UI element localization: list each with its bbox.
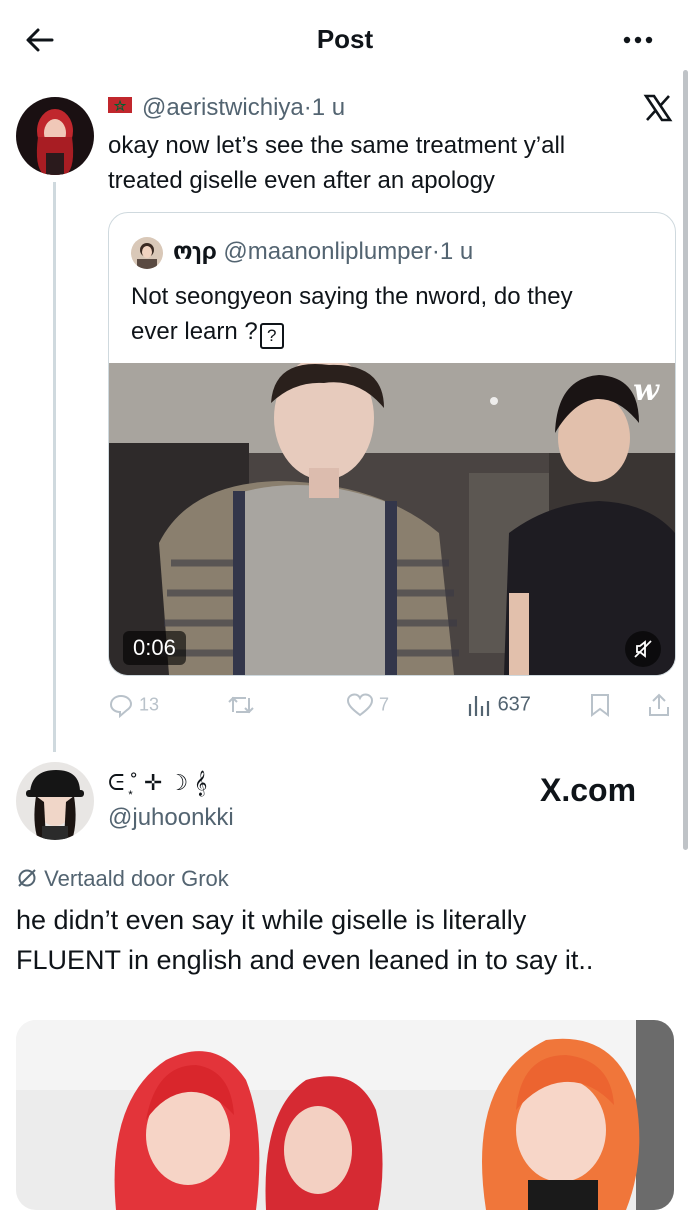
avatar[interactable] [16,97,94,175]
reply-count: 13 [139,694,160,715]
page-title: Post [316,24,374,54]
reply-media-image[interactable] [16,1020,674,1210]
repost-button[interactable] [226,692,256,723]
video-frame [109,363,675,675]
share-button[interactable] [646,692,672,723]
reply-text: he didn’t even say it while giselle is l… [16,905,594,975]
like-button[interactable]: 7 [346,692,389,718]
thread-line [53,182,56,752]
repost-icon [228,696,254,714]
video-player[interactable]: w 0:06 [109,363,675,675]
post-header: @aeristwichiya·1 u [108,94,345,124]
translation-label[interactable]: Vertaald door Grok [16,866,229,892]
x-logo-icon [643,93,673,123]
like-count: 7 [379,694,390,715]
reply-avatar[interactable] [16,762,94,840]
muted-speaker-icon [634,640,652,658]
share-icon [649,693,669,716]
quote-handle[interactable]: @maanonliplumper [223,238,431,265]
avatar-image [16,97,94,175]
reply-avatar-image [16,762,94,840]
flag-icon [108,97,132,113]
views-button[interactable]: 637 [466,692,531,718]
more-options-button[interactable] [618,26,658,54]
post-time[interactable]: 1 u [312,94,345,121]
quote-avatar [131,237,163,269]
reply-handle[interactable]: @juhoonkki [108,804,234,832]
heart-icon [346,693,374,717]
quote-text: Not seongyeon saying the nword, do they … [131,279,661,349]
reply-icon [109,694,133,719]
unknown-glyph-box: ? [259,323,284,349]
post-text: okay now let’s see the same treatment y’… [108,132,566,194]
quoted-post-card[interactable]: ოɿρ @maanonliplumper·1 u Not seongyeon s… [108,212,676,676]
reply-display-name[interactable]: ᕮ ͙˚ ✛ ☽ 𝄞 [108,770,207,796]
more-horizontal-icon [623,36,653,44]
reply-photo [16,1020,674,1210]
quote-display-name[interactable]: ოɿρ [173,238,217,265]
post-handle[interactable]: @aeristwichiya [142,94,304,121]
action-bar: 13 7 637 [108,692,678,722]
mute-button[interactable] [625,631,661,667]
video-logo: w [633,373,659,408]
view-count: 637 [497,693,531,716]
grok-icon [18,869,36,887]
bookmark-button[interactable] [588,692,612,723]
reply-button[interactable]: 13 [108,692,159,722]
x-com-watermark: X.com [540,772,637,808]
quote-time[interactable]: 1 u [440,238,473,265]
quote-header: ოɿρ @maanonliplumper·1 u [173,238,474,265]
bookmark-icon [591,694,609,717]
video-timestamp: 0:06 [123,631,186,665]
views-chart-icon [468,696,490,716]
scrollbar[interactable] [683,70,688,850]
